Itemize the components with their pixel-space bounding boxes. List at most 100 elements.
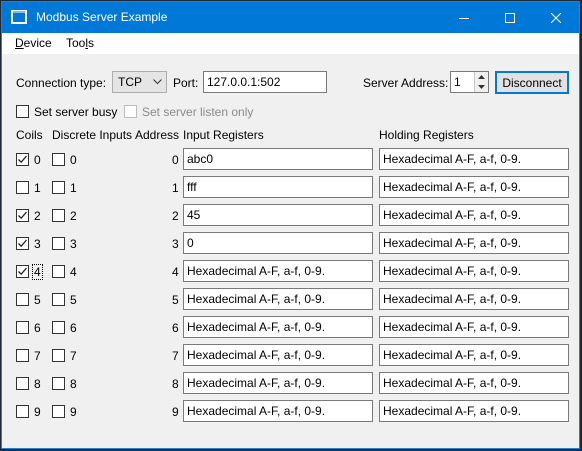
input-register-field[interactable]: abc0 [183, 148, 373, 170]
server-busy-checkbox[interactable] [16, 105, 29, 118]
discrete-input-label: 7 [70, 349, 77, 363]
address-value: 7 [172, 349, 179, 363]
coil-label: 7 [34, 349, 41, 363]
window-title: Modbus Server Example [36, 10, 168, 24]
address-value: 4 [172, 265, 179, 279]
coil-label: 1 [34, 181, 41, 195]
discrete-input-label: 0 [70, 153, 77, 167]
focus-indicator [32, 264, 43, 280]
maximize-button[interactable] [487, 2, 533, 33]
address-value: 1 [172, 181, 179, 195]
connection-type-value: TCP [118, 75, 142, 89]
input-register-field[interactable]: Hexadecimal A-F, a-f, 0-9. [183, 400, 373, 422]
input-register-field[interactable]: Hexadecimal A-F, a-f, 0-9. [183, 372, 373, 394]
discrete-input-checkbox[interactable] [52, 321, 65, 334]
input-register-field[interactable]: Hexadecimal A-F, a-f, 0-9. [183, 316, 373, 338]
coil-checkbox[interactable] [16, 265, 29, 278]
discrete-input-label: 5 [70, 293, 77, 307]
holding-register-field[interactable]: Hexadecimal A-F, a-f, 0-9. [379, 148, 569, 170]
connection-type-select[interactable]: TCP [112, 71, 167, 93]
holding-register-field[interactable]: Hexadecimal A-F, a-f, 0-9. [379, 288, 569, 310]
discrete-input-label: 1 [70, 181, 77, 195]
menu-bar: Device Tools [2, 33, 579, 54]
discrete-input-label: 2 [70, 209, 77, 223]
menu-tools[interactable]: Tools [66, 36, 94, 50]
holding-register-field[interactable]: Hexadecimal A-F, a-f, 0-9. [379, 260, 569, 282]
discrete-input-checkbox[interactable] [52, 153, 65, 166]
holding-register-field[interactable]: Hexadecimal A-F, a-f, 0-9. [379, 372, 569, 394]
coil-checkbox[interactable] [16, 349, 29, 362]
discrete-input-checkbox[interactable] [52, 349, 65, 362]
chevron-down-icon [153, 79, 162, 85]
input-register-field[interactable]: Hexadecimal A-F, a-f, 0-9. [183, 260, 373, 282]
main-window: Modbus Server Example Device Tools Conne… [1, 1, 580, 449]
input-register-field[interactable]: fff [183, 176, 373, 198]
coil-label: 6 [34, 321, 41, 335]
address-value: 9 [172, 405, 179, 419]
holding-register-field[interactable]: Hexadecimal A-F, a-f, 0-9. [379, 316, 569, 338]
maximize-icon [505, 12, 515, 23]
server-busy-label: Set server busy [34, 105, 118, 119]
menu-device[interactable]: Device [15, 36, 52, 50]
coil-checkbox[interactable] [16, 377, 29, 390]
discrete-input-checkbox[interactable] [52, 209, 65, 222]
input-register-field[interactable]: Hexadecimal A-F, a-f, 0-9. [183, 344, 373, 366]
holding-register-field[interactable]: Hexadecimal A-F, a-f, 0-9. [379, 204, 569, 226]
discrete-input-checkbox[interactable] [52, 265, 65, 278]
discrete-input-label: 3 [70, 237, 77, 251]
minimize-icon [459, 17, 469, 19]
server-address-spinbox[interactable]: 1 [450, 71, 489, 93]
title-bar[interactable]: Modbus Server Example [2, 2, 579, 33]
spin-up-button[interactable] [474, 72, 488, 82]
input-register-field[interactable]: 45 [183, 204, 373, 226]
chevron-up-icon [478, 75, 485, 79]
discrete-input-checkbox[interactable] [52, 181, 65, 194]
input-registers-header: Input Registers [183, 128, 264, 142]
connection-type-label: Connection type: [16, 76, 107, 90]
discrete-input-label: 9 [70, 405, 77, 419]
address-value: 8 [172, 377, 179, 391]
address-value: 0 [172, 153, 179, 167]
discrete-input-checkbox[interactable] [52, 237, 65, 250]
coil-checkbox[interactable] [16, 293, 29, 306]
address-value: 3 [172, 237, 179, 251]
port-label: Port: [173, 76, 199, 90]
coil-checkbox[interactable] [16, 209, 29, 222]
address-value: 6 [172, 321, 179, 335]
holding-register-field[interactable]: Hexadecimal A-F, a-f, 0-9. [379, 344, 569, 366]
port-input[interactable]: 127.0.0.1:502 [203, 71, 327, 93]
address-value: 2 [172, 209, 179, 223]
coils-header: Coils [16, 128, 43, 142]
address-header: Address [135, 128, 180, 142]
input-register-field[interactable]: 0 [183, 232, 373, 254]
close-button[interactable] [533, 2, 579, 33]
disconnect-button[interactable]: Disconnect [495, 71, 569, 94]
app-icon [11, 10, 27, 24]
discrete-input-label: 8 [70, 377, 77, 391]
coil-checkbox[interactable] [16, 153, 29, 166]
discrete-input-checkbox[interactable] [52, 377, 65, 390]
coil-checkbox[interactable] [16, 321, 29, 334]
discrete-input-checkbox[interactable] [52, 293, 65, 306]
coil-label: 9 [34, 405, 41, 419]
coil-label: 3 [34, 237, 41, 251]
discrete-inputs-header: Discrete Inputs [52, 128, 133, 142]
holding-register-field[interactable]: Hexadecimal A-F, a-f, 0-9. [379, 176, 569, 198]
holding-register-field[interactable]: Hexadecimal A-F, a-f, 0-9. [379, 232, 569, 254]
discrete-input-label: 6 [70, 321, 77, 335]
coil-checkbox[interactable] [16, 405, 29, 418]
spin-down-button[interactable] [474, 82, 488, 92]
coil-label: 5 [34, 293, 41, 307]
coil-label: 0 [34, 153, 41, 167]
listen-only-checkbox[interactable] [124, 105, 137, 118]
listen-only-label: Set server listen only [142, 105, 254, 119]
discrete-input-checkbox[interactable] [52, 405, 65, 418]
close-icon [551, 12, 561, 23]
input-register-field[interactable]: Hexadecimal A-F, a-f, 0-9. [183, 288, 373, 310]
coil-label: 2 [34, 209, 41, 223]
coil-checkbox[interactable] [16, 181, 29, 194]
holding-register-field[interactable]: Hexadecimal A-F, a-f, 0-9. [379, 400, 569, 422]
coil-label: 8 [34, 377, 41, 391]
coil-checkbox[interactable] [16, 237, 29, 250]
minimize-button[interactable] [441, 2, 487, 33]
